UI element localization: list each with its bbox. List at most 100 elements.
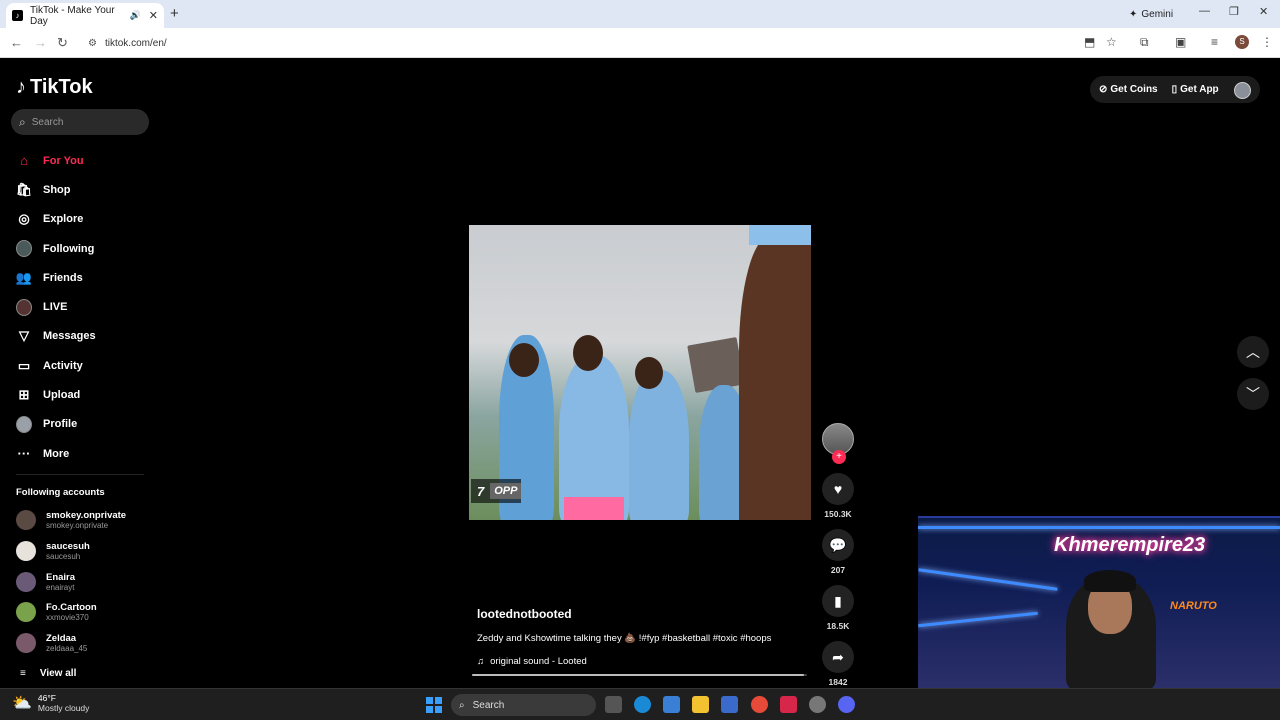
like-action[interactable]: ♥ 150.3K xyxy=(821,473,855,519)
weather-widget[interactable]: ⛅ 46°F Mostly cloudy xyxy=(12,693,89,713)
gemini-button[interactable]: ✦ Gemini xyxy=(1121,5,1181,23)
user-avatar[interactable] xyxy=(1234,82,1251,99)
restore-icon[interactable]: ❐ xyxy=(1229,5,1239,18)
sidebar-item-label: Friends xyxy=(43,271,83,284)
discord-icon[interactable] xyxy=(838,696,855,713)
back-icon[interactable]: ← xyxy=(10,35,23,50)
search-input[interactable] xyxy=(31,116,132,128)
following-avatar-icon xyxy=(16,240,32,258)
weather-condition: Mostly cloudy xyxy=(37,703,90,713)
audio-playing-icon[interactable]: 🔊 xyxy=(130,10,141,21)
messages-icon: ▽ xyxy=(19,328,29,344)
video-progress-bar[interactable] xyxy=(472,674,807,676)
chrome-icon[interactable] xyxy=(751,696,768,713)
sidebar-item-following[interactable]: Following xyxy=(16,234,146,263)
account-handle: enairayt xyxy=(46,583,75,592)
file-explorer-icon[interactable] xyxy=(692,696,709,713)
m365-icon[interactable] xyxy=(663,696,680,713)
avatar xyxy=(16,633,36,653)
heart-icon: ♥ xyxy=(822,473,854,505)
chevron-down-icon: ﹀ xyxy=(1246,386,1260,402)
app-icon[interactable] xyxy=(780,696,797,713)
search-box[interactable]: ⌕ xyxy=(11,109,149,135)
save-action[interactable]: ▮ 18.5K xyxy=(821,585,855,631)
account-handle: xxmovie370 xyxy=(46,613,89,622)
comment-icon: 💬 xyxy=(822,529,854,561)
neon-light-strip xyxy=(918,568,1058,591)
following-account[interactable]: Enaira enairayt xyxy=(16,572,75,592)
comment-action[interactable]: 💬 207 xyxy=(821,529,855,575)
profile-avatar[interactable]: S xyxy=(1235,35,1249,49)
sidebar-item-activity[interactable]: ▭ Activity xyxy=(16,351,146,380)
reload-icon[interactable]: ↻ xyxy=(57,35,68,51)
edge-icon[interactable] xyxy=(634,696,651,713)
account-name: saucesuh xyxy=(46,541,90,552)
get-coins-button[interactable]: ⊘ Get Coins xyxy=(1099,84,1158,95)
list-icon: ≡ xyxy=(20,668,26,679)
score-number: 7 xyxy=(477,483,485,499)
video-figure xyxy=(573,335,603,371)
task-view-icon[interactable] xyxy=(605,696,622,713)
sidebar-item-shop[interactable]: 🛍 Shop xyxy=(16,175,146,204)
sidebar-item-profile[interactable]: Profile xyxy=(16,410,146,439)
media-controls-icon[interactable]: ≡ xyxy=(1211,35,1218,49)
new-tab-button[interactable]: + xyxy=(170,5,179,22)
url-text: tiktok.com/en/ xyxy=(104,37,167,49)
browser-tab-strip: ♪ TikTok - Make Your Day 🔊 ✕ + ✦ Gemini … xyxy=(0,0,1280,28)
following-account[interactable]: Zeldaa zeldaaa_45 xyxy=(16,633,87,653)
avatar xyxy=(16,572,36,592)
sidebar-item-label: Activity xyxy=(43,359,83,372)
following-account[interactable]: Fo.Cartoon xxmovie370 xyxy=(16,602,97,622)
sidebar-item-more[interactable]: ··· More xyxy=(16,439,146,468)
extensions-icon[interactable]: ⧉ xyxy=(1140,35,1149,50)
sidebar-item-label: Messages xyxy=(43,330,96,343)
sidebar-item-friends[interactable]: 👥 Friends xyxy=(16,263,146,292)
account-name: smokey.onprivate xyxy=(46,510,127,521)
sidebar-item-messages[interactable]: ▽ Messages xyxy=(16,322,146,351)
share-action[interactable]: ➦ 1842 xyxy=(821,641,855,687)
sidebar-item-for-you[interactable]: ⌂ For You xyxy=(16,146,146,175)
previous-video-button[interactable]: ︿ xyxy=(1237,336,1269,368)
windows-taskbar: ⛅ 46°F Mostly cloudy ⌕ Search xyxy=(0,688,1280,720)
view-all-button[interactable]: ≡ View all xyxy=(20,668,76,679)
video-sound[interactable]: ♫ original sound - Looted xyxy=(477,656,817,667)
sidebar-item-upload[interactable]: ⊞ Upload xyxy=(16,380,146,409)
comment-count: 207 xyxy=(830,565,846,575)
following-account[interactable]: smokey.onprivate smokey.onprivate xyxy=(16,510,126,530)
forward-icon[interactable]: → xyxy=(34,35,47,50)
tab-search-icon[interactable]: ▣ xyxy=(1175,35,1186,49)
gemini-sparkle-icon: ✦ xyxy=(1129,8,1138,20)
sidebar-item-live[interactable]: LIVE xyxy=(16,292,146,321)
close-tab-icon[interactable]: ✕ xyxy=(149,9,158,22)
browser-menu-icon[interactable]: ⋮ xyxy=(1261,35,1273,49)
following-account[interactable]: saucesuh saucesuh xyxy=(16,541,90,561)
coin-icon: ⊘ xyxy=(1099,84,1108,95)
bookmark-star-icon[interactable]: ☆ xyxy=(1106,35,1117,49)
url-field[interactable]: ⚙ tiktok.com/en/ xyxy=(80,32,1070,54)
windows-start-icon[interactable] xyxy=(426,697,442,713)
profile-icon xyxy=(16,415,32,433)
store-icon[interactable] xyxy=(721,696,738,713)
minimize-icon[interactable]: — xyxy=(1199,5,1210,17)
install-app-icon[interactable]: ⬒ xyxy=(1084,35,1095,49)
follow-plus-icon[interactable]: + xyxy=(832,450,846,464)
sidebar-item-explore[interactable]: ◎ Explore xyxy=(16,205,146,234)
window-close-icon[interactable]: ✕ xyxy=(1259,5,1268,18)
video-player[interactable]: 7 OPP xyxy=(469,225,811,520)
video-username[interactable]: lootednotbooted xyxy=(477,607,817,621)
creator-avatar[interactable]: + xyxy=(822,423,854,464)
music-note-icon: ♫ xyxy=(477,656,485,667)
video-figure xyxy=(635,357,663,389)
sound-name: original sound - Looted xyxy=(490,656,587,667)
get-app-button[interactable]: ▯ Get App xyxy=(1172,84,1219,95)
taskbar-search[interactable]: ⌕ Search xyxy=(451,694,596,716)
tiktok-logo[interactable]: ♪ TikTok xyxy=(16,76,93,99)
gemini-label: Gemini xyxy=(1141,8,1174,20)
search-icon: ⌕ xyxy=(19,114,26,129)
activity-icon: ▭ xyxy=(17,357,31,373)
next-video-button[interactable]: ﹀ xyxy=(1237,378,1269,410)
obs-icon[interactable] xyxy=(809,696,826,713)
like-count: 150.3K xyxy=(824,509,852,519)
site-info-icon[interactable]: ⚙ xyxy=(88,38,97,49)
browser-tab[interactable]: ♪ TikTok - Make Your Day 🔊 ✕ xyxy=(6,3,164,28)
